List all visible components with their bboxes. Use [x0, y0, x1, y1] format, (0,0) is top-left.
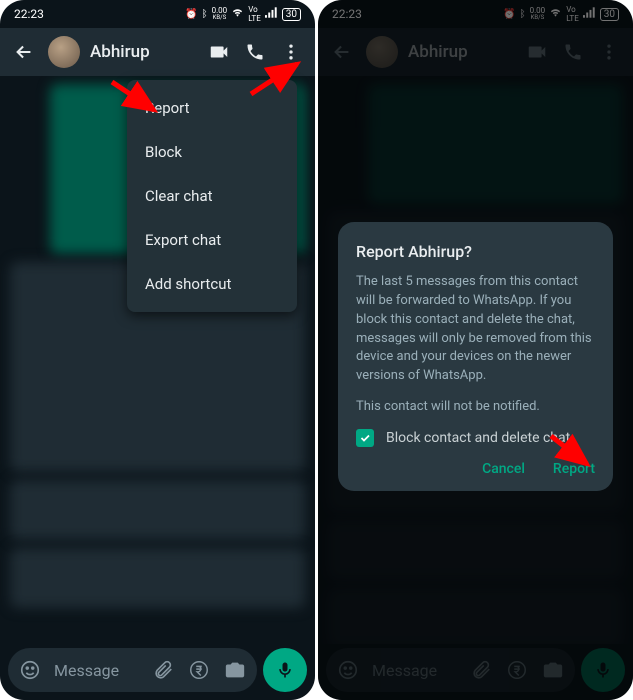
message-bubble[interactable] — [10, 548, 305, 608]
status-bar: 22:23 ⏰ ᛒ 0.00 KB/S VoLTE 30 — [0, 0, 315, 28]
battery-value: 30 — [286, 9, 297, 20]
kbps-unit: KB/S — [213, 15, 227, 21]
checkbox-checked-icon[interactable] — [356, 429, 374, 447]
dialog-actions: Cancel Report — [356, 461, 595, 477]
screen-left: 22:23 ⏰ ᛒ 0.00 KB/S VoLTE 30 Abhirup — [0, 0, 315, 700]
dialog-body: The last 5 messages from this contact wi… — [356, 273, 595, 386]
menu-item-shortcut[interactable]: Add shortcut — [127, 262, 297, 306]
wifi-icon — [231, 7, 244, 21]
back-button[interactable] — [6, 34, 42, 70]
mic-button[interactable] — [263, 648, 307, 692]
menu-item-clear[interactable]: Clear chat — [127, 174, 297, 218]
chat-header: Abhirup — [0, 28, 315, 76]
menu-item-export[interactable]: Export chat — [127, 218, 297, 262]
checkbox-label: Block contact and delete chat — [386, 430, 570, 446]
rupee-icon[interactable] — [183, 654, 215, 686]
battery-indicator: 30 — [282, 8, 301, 21]
contact-name[interactable]: Abhirup — [90, 42, 195, 62]
menu-item-block[interactable]: Block — [127, 130, 297, 174]
bluetooth-icon: ᛒ — [202, 9, 208, 20]
checkbox-row[interactable]: Block contact and delete chat — [356, 429, 595, 447]
camera-icon[interactable] — [219, 654, 251, 686]
volte-icon: VoLTE — [248, 5, 261, 23]
context-menu: Report Block Clear chat Export chat Add … — [127, 80, 297, 312]
video-call-button[interactable] — [201, 34, 237, 70]
alarm-icon: ⏰ — [185, 9, 197, 20]
menu-item-report[interactable]: Report — [127, 86, 297, 130]
message-bubble[interactable] — [10, 480, 305, 540]
dialog-title: Report Abhirup? — [356, 242, 595, 261]
emoji-icon[interactable] — [14, 654, 46, 686]
dialog-notice: This contact will not be notified. — [356, 398, 595, 417]
composer: Message — [8, 648, 307, 692]
more-menu-button[interactable] — [273, 34, 309, 70]
avatar[interactable] — [48, 36, 80, 68]
report-button[interactable]: Report — [553, 461, 595, 477]
header-actions — [201, 34, 309, 70]
attach-icon[interactable] — [147, 654, 179, 686]
status-right: ⏰ ᛒ 0.00 KB/S VoLTE 30 — [185, 5, 301, 23]
compose-box[interactable]: Message — [8, 648, 257, 692]
report-dialog: Report Abhirup? The last 5 messages from… — [338, 222, 613, 491]
voice-call-button[interactable] — [237, 34, 273, 70]
screen-right: 22:23 ⏰ ᛒ 0.00 KB/S VoLTE 30 Abhirup — [318, 0, 633, 700]
signal-icon — [265, 7, 278, 21]
cancel-button[interactable]: Cancel — [482, 461, 525, 477]
clock-text: 22:23 — [14, 7, 44, 21]
message-input[interactable]: Message — [50, 661, 143, 680]
